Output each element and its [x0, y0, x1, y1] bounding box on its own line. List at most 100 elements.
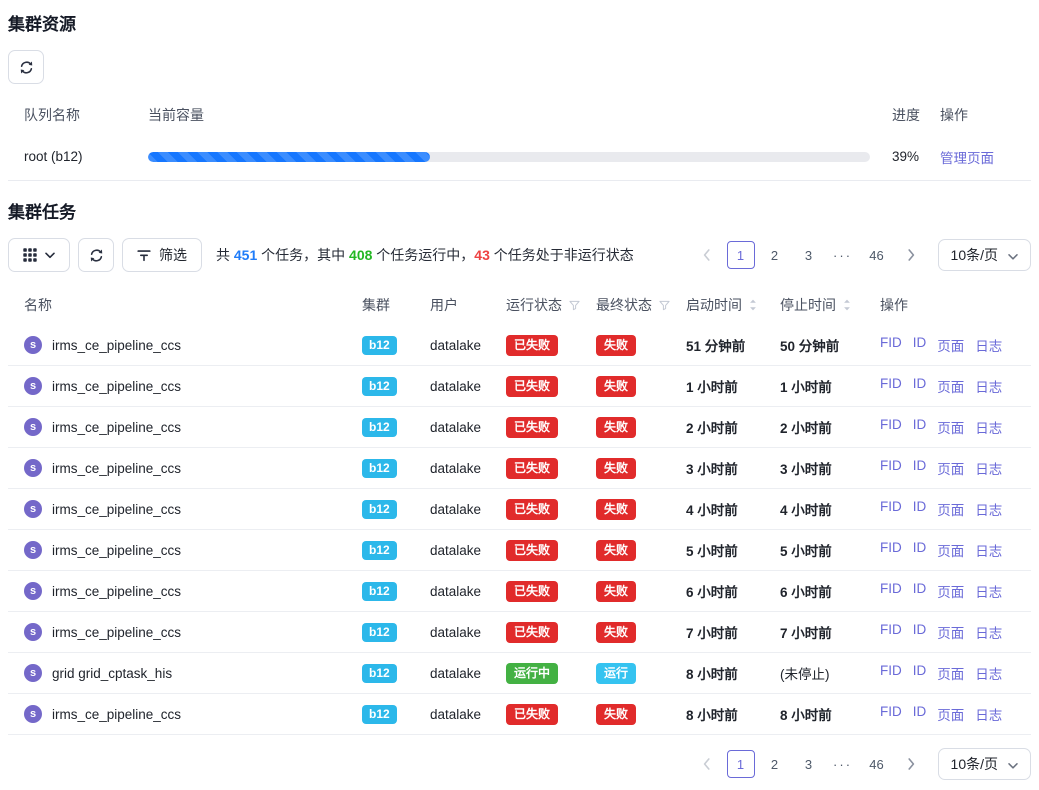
page-size-value: 10条/页 — [951, 245, 998, 265]
table-row: s irms_ce_pipeline_ccs b12 datalake 已失败 … — [8, 694, 1031, 735]
row-action-id[interactable]: ID — [913, 704, 927, 724]
pagination-page-2[interactable]: 2 — [761, 241, 789, 269]
row-action-log[interactable]: 日志 — [975, 704, 1002, 724]
row-action-fid[interactable]: FID — [880, 417, 902, 437]
start-time: 3 小时前 — [686, 458, 780, 478]
stop-time: 8 小时前 — [780, 704, 880, 724]
row-action-page[interactable]: 页面 — [937, 335, 964, 355]
summary-segment: 408 — [349, 247, 372, 263]
capacity-progress-fill — [148, 152, 430, 162]
column-label: 运行状态 — [506, 295, 562, 315]
pagination-ellipsis[interactable]: ··· — [829, 750, 857, 778]
row-action-page[interactable]: 页面 — [937, 417, 964, 437]
spark-avatar-icon: s — [24, 705, 42, 723]
row-action-fid[interactable]: FID — [880, 663, 902, 683]
row-action-fid[interactable]: FID — [880, 540, 902, 560]
row-action-id[interactable]: ID — [913, 663, 927, 683]
user-cell: datalake — [430, 379, 506, 394]
pagination-ellipsis[interactable]: ··· — [829, 241, 857, 269]
row-action-page[interactable]: 页面 — [937, 622, 964, 642]
row-action-log[interactable]: 日志 — [975, 581, 1002, 601]
row-action-page[interactable]: 页面 — [937, 540, 964, 560]
row-action-id[interactable]: ID — [913, 417, 927, 437]
row-action-id[interactable]: ID — [913, 458, 927, 478]
row-actions: FID ID 页面日志 — [880, 499, 1031, 519]
pagination-page-3[interactable]: 3 — [795, 750, 823, 778]
table-row: s irms_ce_pipeline_ccs b12 datalake 已失败 … — [8, 530, 1031, 571]
row-action-fid[interactable]: FID — [880, 499, 902, 519]
task-name: irms_ce_pipeline_ccs — [52, 338, 181, 353]
spark-avatar-icon: s — [24, 418, 42, 436]
pagination-next[interactable] — [897, 241, 925, 269]
row-action-log[interactable]: 日志 — [975, 622, 1002, 642]
filter-icon[interactable] — [659, 300, 670, 311]
row-action-id[interactable]: ID — [913, 376, 927, 396]
pagination-page-3[interactable]: 3 — [795, 241, 823, 269]
start-time: 6 小时前 — [686, 581, 780, 601]
user-cell: datalake — [430, 461, 506, 476]
pagination-page-1[interactable]: 1 — [727, 750, 755, 778]
page-size-select[interactable]: 10条/页 — [938, 239, 1031, 271]
row-action-page[interactable]: 页面 — [937, 376, 964, 396]
row-action-id[interactable]: ID — [913, 581, 927, 601]
resources-refresh-button[interactable] — [8, 50, 44, 84]
row-action-fid[interactable]: FID — [880, 458, 902, 478]
queue-row: root (b12) 39% 管理页面 — [8, 133, 1031, 181]
row-action-log[interactable]: 日志 — [975, 499, 1002, 519]
filter-button[interactable]: 筛选 — [122, 238, 202, 272]
stop-time: (未停止) — [780, 663, 880, 683]
row-actions: FID ID 页面日志 — [880, 622, 1031, 642]
row-action-page[interactable]: 页面 — [937, 458, 964, 478]
pagination-prev[interactable] — [693, 750, 721, 778]
task-name-cell: s irms_ce_pipeline_ccs — [24, 459, 362, 477]
column-header-run-status: 运行状态 — [506, 295, 596, 315]
row-action-log[interactable]: 日志 — [975, 458, 1002, 478]
stop-time: 3 小时前 — [780, 458, 880, 478]
refresh-icon — [89, 248, 104, 263]
row-action-log[interactable]: 日志 — [975, 376, 1002, 396]
pagination-next[interactable] — [897, 750, 925, 778]
page-size-select[interactable]: 10条/页 — [938, 748, 1031, 780]
start-time: 2 小时前 — [686, 417, 780, 437]
row-action-log[interactable]: 日志 — [975, 417, 1002, 437]
table-row: s grid grid_cptask_his b12 datalake 运行中 … — [8, 653, 1031, 694]
sort-icon[interactable] — [749, 299, 757, 311]
pagination-page-46[interactable]: 46 — [863, 750, 891, 778]
row-action-log[interactable]: 日志 — [975, 540, 1002, 560]
stop-time: 4 小时前 — [780, 499, 880, 519]
sort-icon[interactable] — [843, 299, 851, 311]
row-action-id[interactable]: ID — [913, 622, 927, 642]
cluster-resources-title: 集群资源 — [8, 15, 1031, 35]
row-action-id[interactable]: ID — [913, 335, 927, 355]
row-action-page[interactable]: 页面 — [937, 499, 964, 519]
tasks-refresh-button[interactable] — [78, 238, 114, 272]
pagination-prev[interactable] — [693, 241, 721, 269]
row-action-page[interactable]: 页面 — [937, 581, 964, 601]
column-header-action: 操作 — [940, 105, 1031, 125]
pagination-page-1[interactable]: 1 — [727, 241, 755, 269]
view-switch-button[interactable] — [8, 238, 70, 272]
task-name-cell: s irms_ce_pipeline_ccs — [24, 500, 362, 518]
column-header-cluster: 集群 — [362, 295, 430, 315]
grid-icon — [23, 248, 37, 262]
cluster-badge: b12 — [362, 500, 397, 519]
row-action-id[interactable]: ID — [913, 499, 927, 519]
task-name-cell: s irms_ce_pipeline_ccs — [24, 623, 362, 641]
row-action-fid[interactable]: FID — [880, 376, 902, 396]
row-action-id[interactable]: ID — [913, 540, 927, 560]
task-name-cell: s irms_ce_pipeline_ccs — [24, 336, 362, 354]
pagination-page-2[interactable]: 2 — [761, 750, 789, 778]
run-status-badge: 已失败 — [506, 458, 558, 479]
row-action-page[interactable]: 页面 — [937, 704, 964, 724]
filter-icon[interactable] — [569, 300, 580, 311]
pagination-page-46[interactable]: 46 — [863, 241, 891, 269]
row-action-log[interactable]: 日志 — [975, 663, 1002, 683]
row-action-page[interactable]: 页面 — [937, 663, 964, 683]
manage-page-link[interactable]: 管理页面 — [940, 151, 994, 166]
row-action-fid[interactable]: FID — [880, 622, 902, 642]
row-action-log[interactable]: 日志 — [975, 335, 1002, 355]
start-time: 5 小时前 — [686, 540, 780, 560]
row-action-fid[interactable]: FID — [880, 335, 902, 355]
row-action-fid[interactable]: FID — [880, 581, 902, 601]
row-action-fid[interactable]: FID — [880, 704, 902, 724]
